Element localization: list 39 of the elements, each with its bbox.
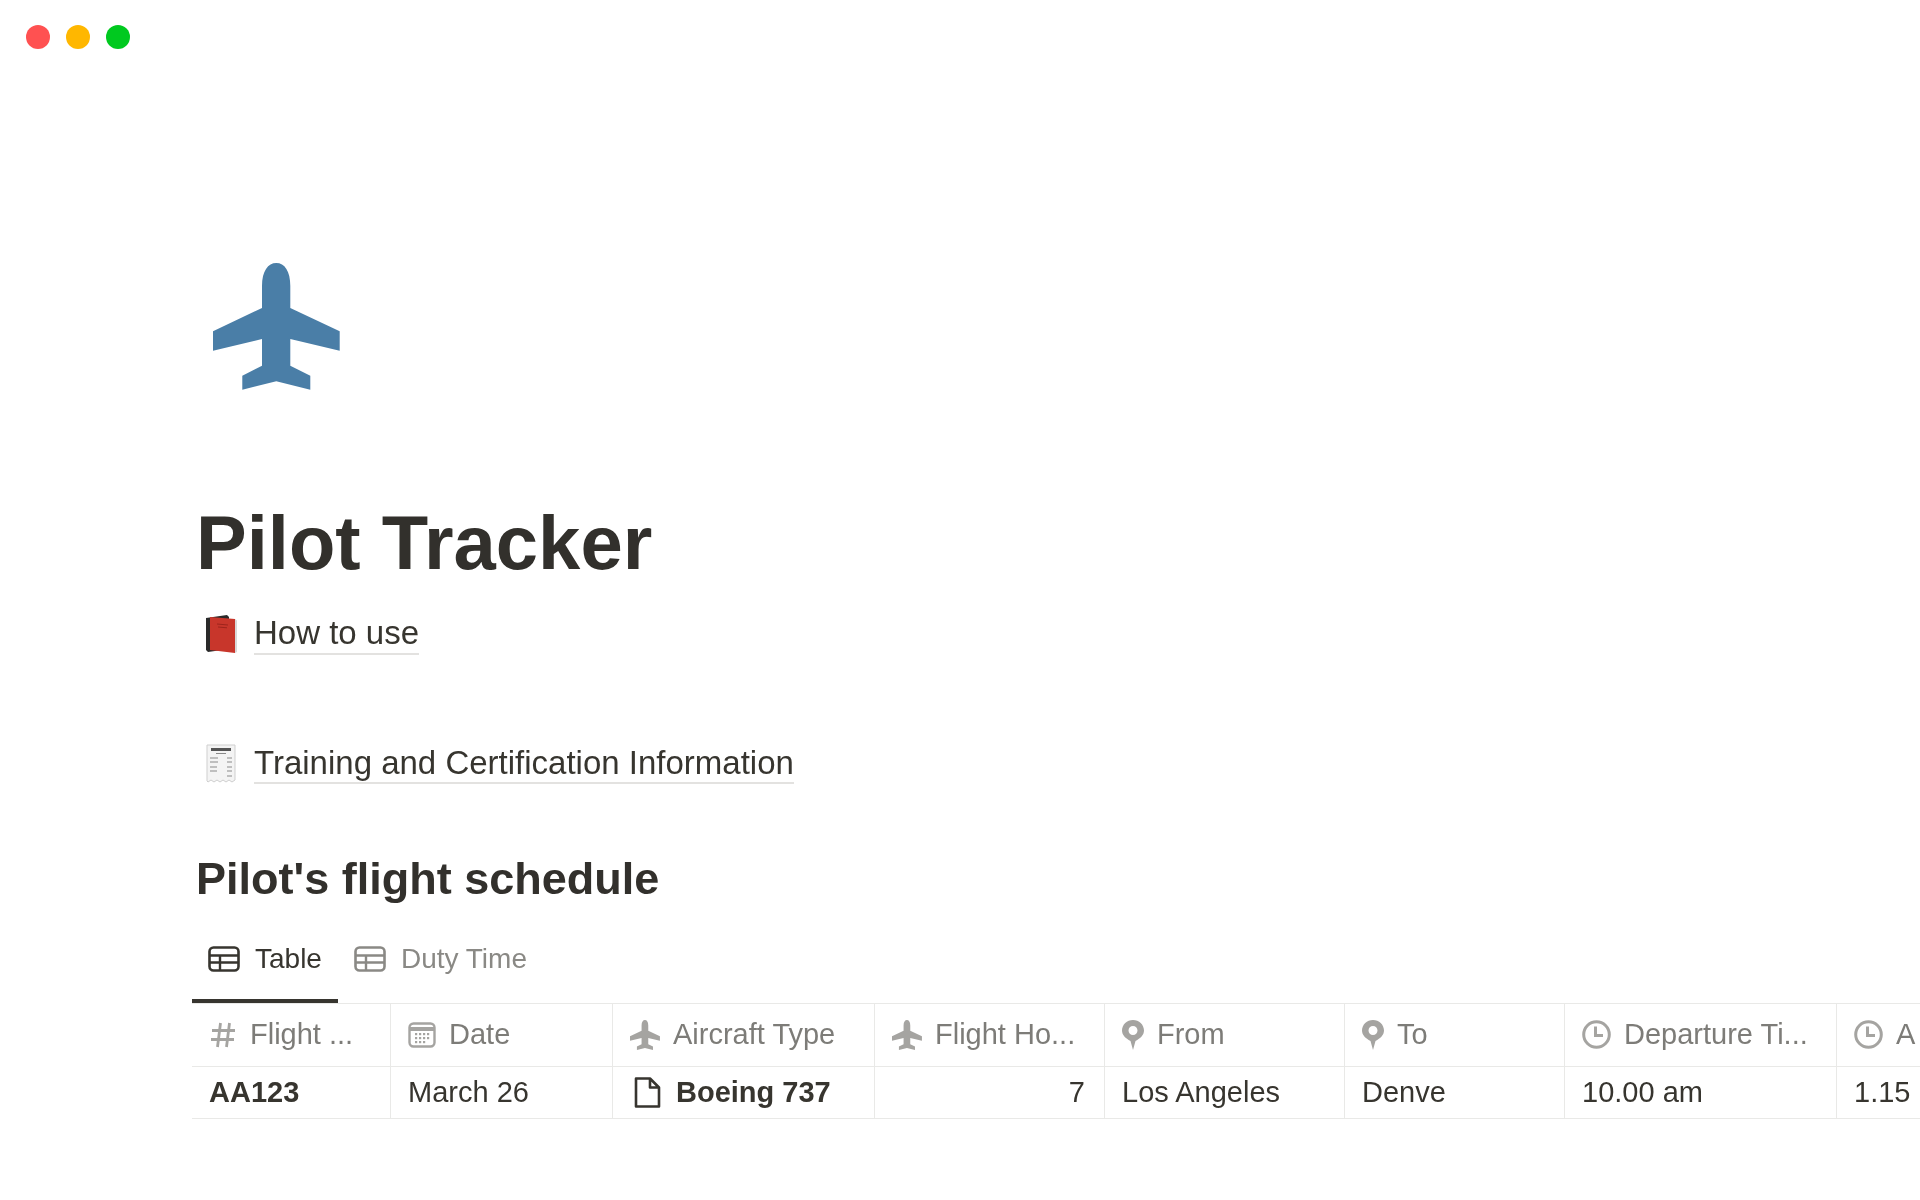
table-icon [353,946,386,972]
table-cell: March 26 [391,1066,613,1118]
column-header[interactable]: Flight Ho... [875,1003,1105,1066]
table-cell: 7 [875,1066,1105,1118]
section-heading: Pilot's flight schedule [196,852,660,907]
page-link[interactable]: How to use [254,613,420,655]
clock-icon [1582,1020,1611,1050]
table-cell: 10.00 am [1565,1066,1837,1118]
receipt-icon [205,743,237,783]
table-cell: AA123 [192,1066,391,1118]
airplane-icon [630,1019,660,1050]
view-tab[interactable]: Table [192,935,338,1003]
page-link[interactable]: Training and Certification Information [254,742,794,785]
map-pin-icon [1122,1019,1144,1050]
column-header[interactable]: Aircraft Type [613,1003,875,1066]
column-header[interactable]: Flight ... [192,1003,391,1066]
page-icon [634,1076,661,1108]
table-icon [208,946,240,972]
column-header[interactable]: To [1345,1003,1565,1066]
airplane-icon [892,1019,922,1050]
page-title: Pilot Tracker [196,505,653,581]
window-maximize-button[interactable] [106,25,130,49]
column-header[interactable]: From [1105,1003,1345,1066]
column-header[interactable]: Departure Ti... [1565,1003,1837,1066]
table-cell: Los Angeles [1105,1066,1345,1118]
column-header[interactable]: A [1837,1003,1920,1066]
page-link[interactable]: Boeing 737 [634,1070,831,1115]
airplane-icon [213,263,340,390]
map-pin-icon [1362,1019,1384,1050]
table-cell: 1.15 [1837,1066,1920,1118]
column-header[interactable]: Date [391,1003,613,1066]
hash-icon [209,1020,237,1049]
view-tab[interactable]: Duty Time [337,935,543,1003]
window-minimize-button[interactable] [66,25,90,49]
calendar-icon [408,1020,436,1049]
clock-icon [1854,1020,1883,1050]
table-cell: Denve [1345,1066,1565,1118]
window-close-button[interactable] [26,25,50,49]
book-icon [205,614,237,654]
